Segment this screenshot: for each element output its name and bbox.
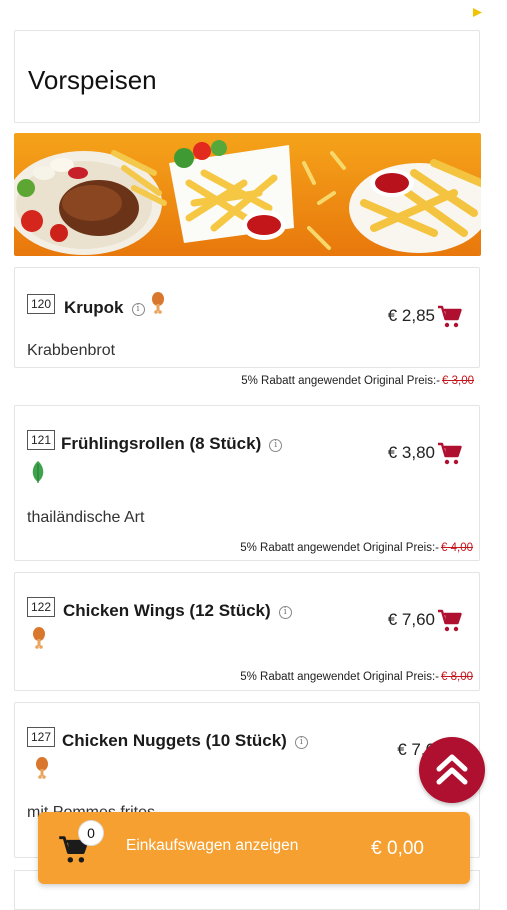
view-cart-button[interactable]: 0 Einkaufswagen anzeigen € 0,00 xyxy=(38,812,470,884)
scroll-to-top-button[interactable] xyxy=(419,737,485,803)
banner-image xyxy=(14,133,481,256)
add-to-cart-icon[interactable] xyxy=(437,442,463,466)
leaf-icon xyxy=(32,461,44,483)
item-description: Krabbenbrot xyxy=(27,342,116,359)
menu-item-card[interactable]: 120 Krupok i Krabbenbrot € 2,85 xyxy=(14,267,480,368)
section-title: Vorspeisen xyxy=(28,65,157,95)
add-to-cart-icon[interactable] xyxy=(437,305,463,329)
menu-item-card[interactable]: 121 Frühlingsrollen (8 Stück) i thailändi… xyxy=(14,405,480,561)
discount-text: 5% Rabatt angewendet Original Preis:- xyxy=(241,375,441,387)
add-to-cart-icon[interactable] xyxy=(437,609,463,633)
info-icon[interactable]: i xyxy=(269,439,283,452)
cart-count-badge: 0 xyxy=(78,820,104,846)
discount-text: 5% Rabatt angewendet Original Preis:- xyxy=(240,542,440,554)
item-name[interactable]: Chicken Nuggets (10 Stück) i xyxy=(62,731,308,751)
item-name-text: Frühlingsrollen (8 Stück) xyxy=(61,434,262,453)
item-name-text: Chicken Nuggets (10 Stück) xyxy=(62,731,287,750)
item-name[interactable]: Chicken Wings (12 Stück) i xyxy=(63,601,292,621)
discount-note-1: 5% Rabatt angewendet Original Preis:- € 3… xyxy=(241,375,474,387)
item-number: 121 xyxy=(27,430,56,450)
chicken-leg-icon xyxy=(152,292,164,314)
view-cart-label: Einkaufswagen anzeigen xyxy=(126,837,299,854)
item-name-text: Krupok xyxy=(64,298,124,317)
double-chevron-up-icon xyxy=(436,754,468,785)
cart-total: € 0,00 xyxy=(371,838,424,859)
item-name[interactable]: Frühlingsrollen (8 Stück) i xyxy=(61,434,283,454)
info-icon[interactable]: i xyxy=(131,303,145,316)
item-name-text: Chicken Wings (12 Stück) xyxy=(63,601,271,620)
item-price: € 7,60 xyxy=(387,610,435,629)
item-price: € 2,85 xyxy=(387,306,435,325)
item-description: thailändische Art xyxy=(27,509,145,526)
original-price: € 8,00 xyxy=(441,671,473,683)
chicken-leg-icon xyxy=(36,757,48,779)
discount-note: 5% Rabatt angewendet Original Preis:- € 8… xyxy=(240,671,473,683)
chicken-leg-icon xyxy=(33,627,45,649)
item-number: 127 xyxy=(27,727,56,747)
discount-text: 5% Rabatt angewendet Original Preis:- xyxy=(240,671,440,683)
category-banner xyxy=(14,133,481,256)
corner-indicator xyxy=(473,8,482,17)
item-number: 122 xyxy=(27,597,56,617)
section-header: Vorspeisen xyxy=(14,30,480,123)
discount-note: 5% Rabatt angewendet Original Preis:- € 4… xyxy=(240,542,473,554)
item-name[interactable]: Krupok i xyxy=(64,298,145,318)
item-number: 120 xyxy=(27,294,56,314)
item-price: € 3,80 xyxy=(387,443,435,462)
original-price: € 4,00 xyxy=(441,542,473,554)
info-icon[interactable]: i xyxy=(278,606,292,619)
info-icon[interactable]: i xyxy=(294,736,308,749)
menu-item-card[interactable]: 122 Chicken Wings (12 Stück) i € 7,60 5% … xyxy=(14,572,480,691)
original-price: € 3,00 xyxy=(442,375,474,387)
